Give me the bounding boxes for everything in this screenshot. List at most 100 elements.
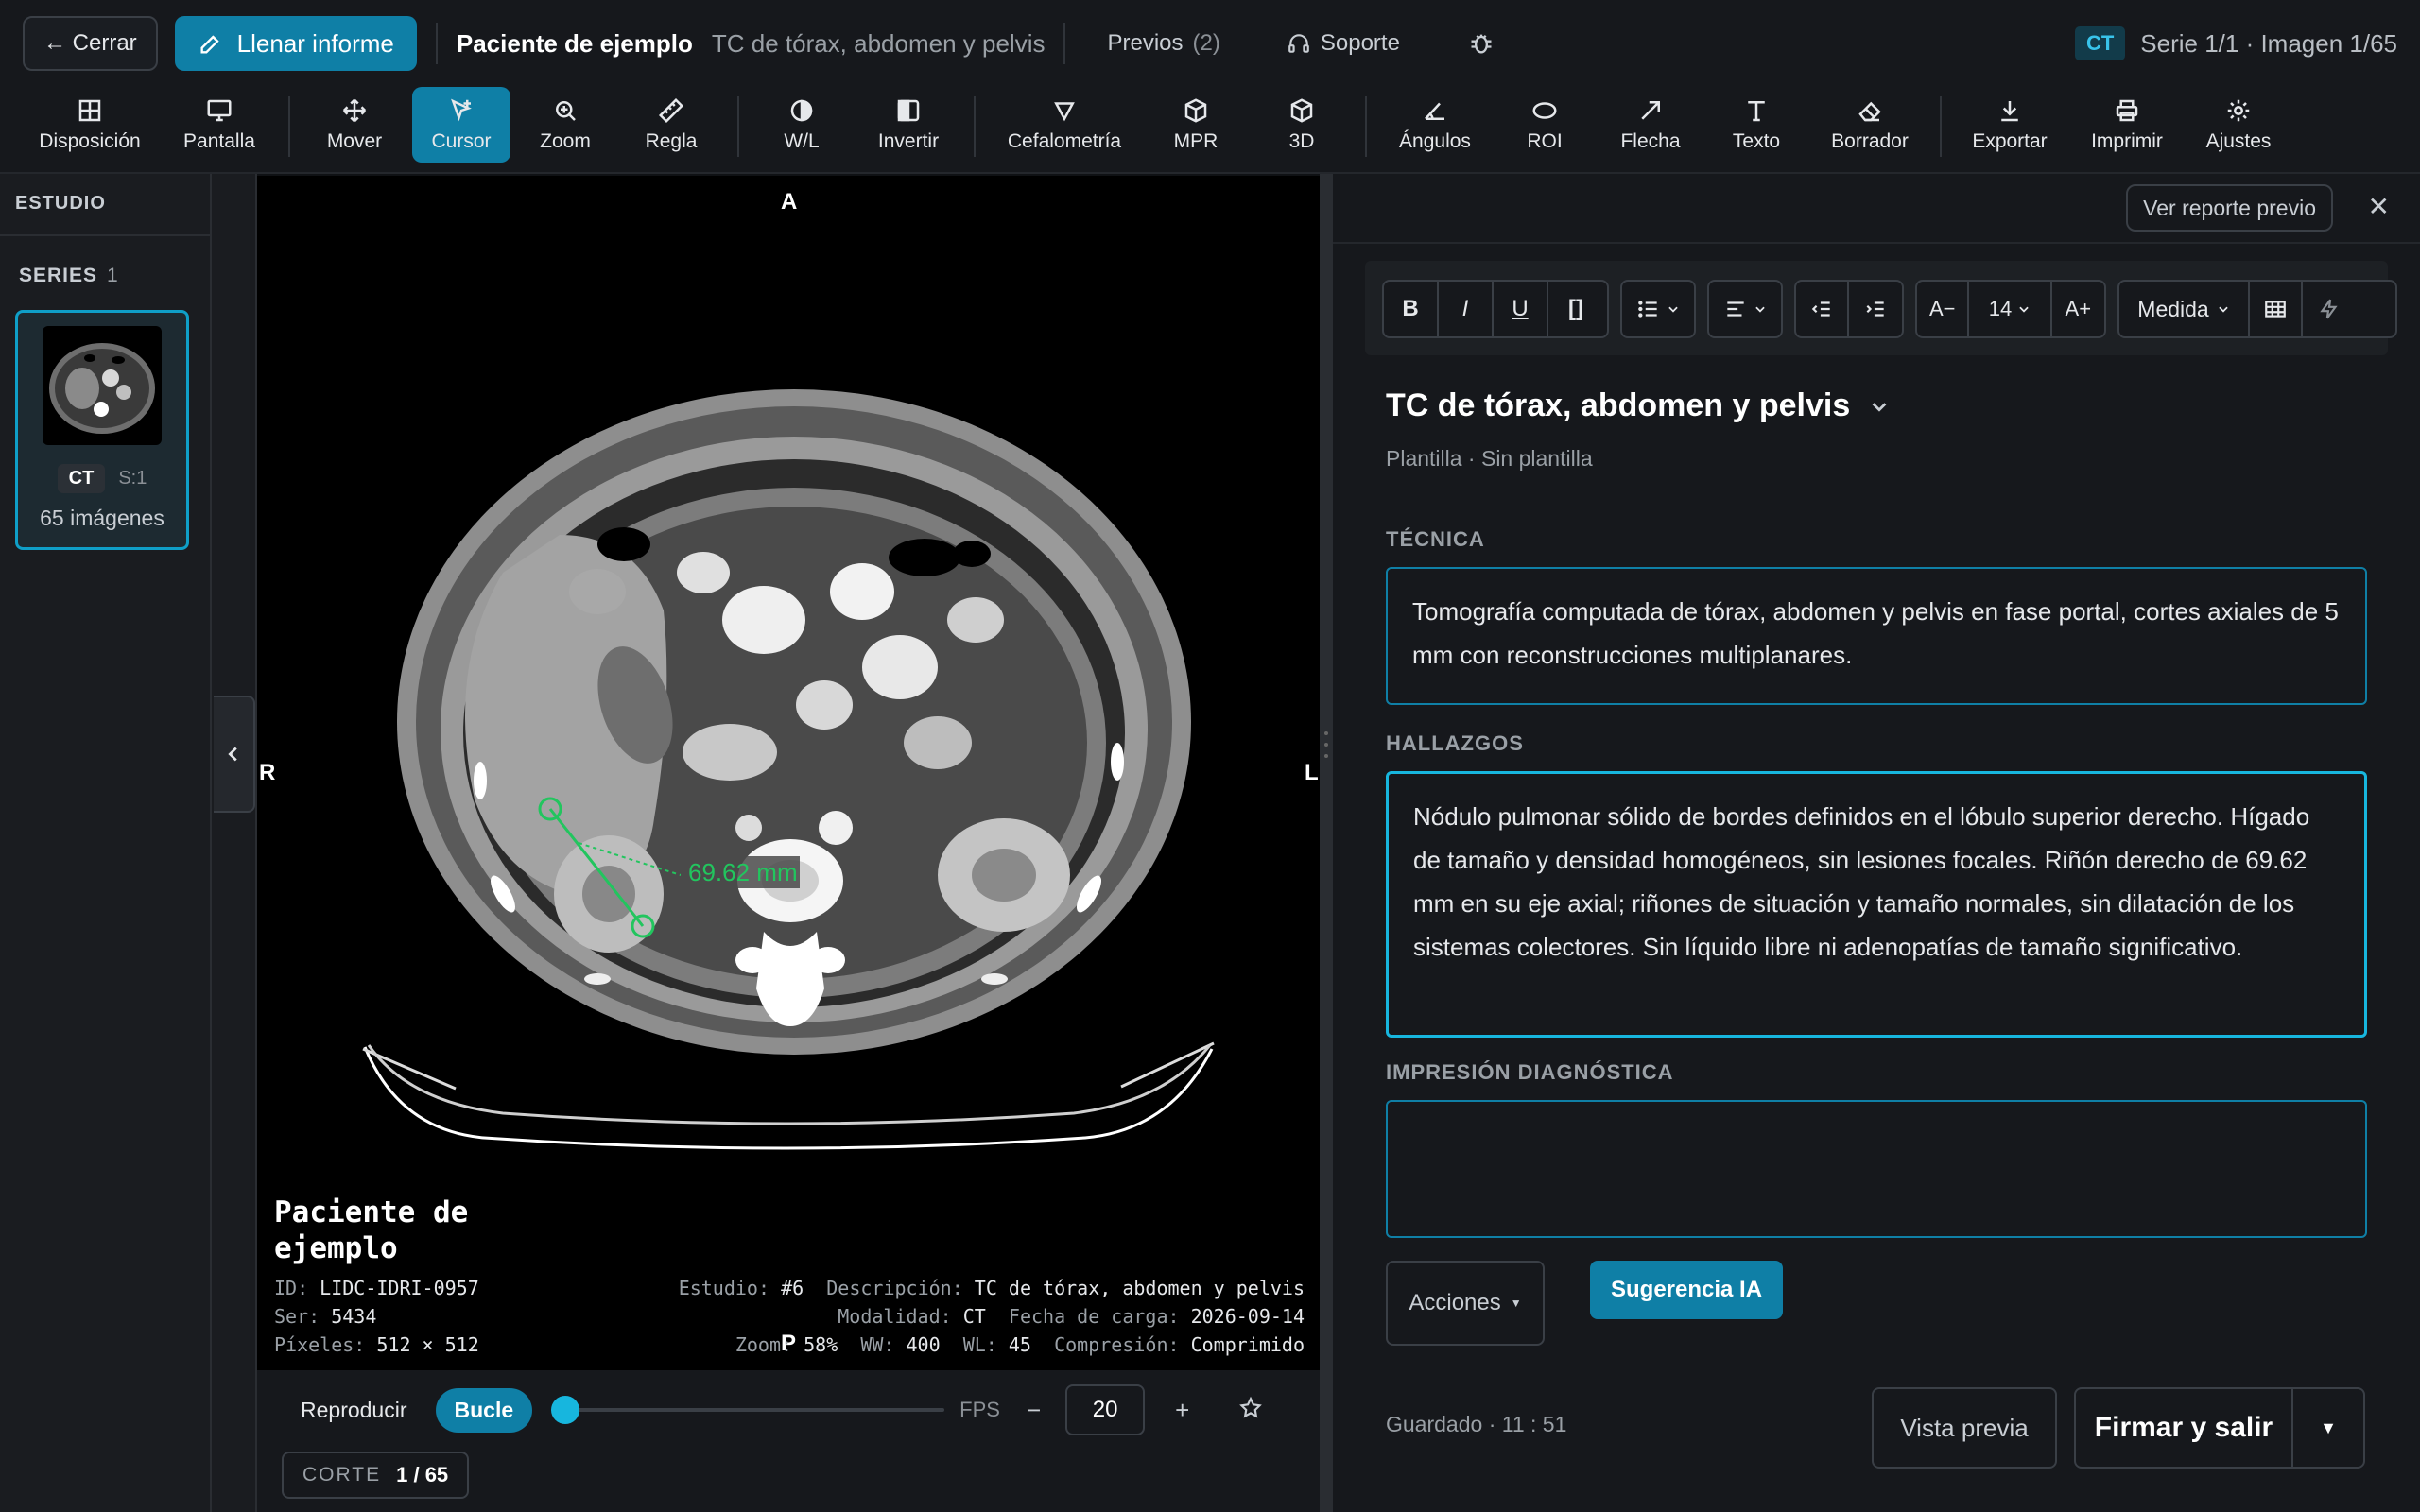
quick-action-button[interactable] xyxy=(2303,282,2356,336)
tool-mpr[interactable]: MPR xyxy=(1157,87,1235,163)
impression-field[interactable] xyxy=(1386,1100,2367,1238)
fps-increase-button[interactable]: + xyxy=(1175,1396,1189,1425)
close-button[interactable]: ← Cerrar xyxy=(23,16,158,71)
tool-move[interactable]: Mover xyxy=(312,87,397,163)
monitor-icon xyxy=(207,99,232,122)
font-decrease-button[interactable]: A− xyxy=(1917,282,1970,336)
list-dropdown[interactable] xyxy=(1620,280,1696,338)
sign-options-dropdown[interactable]: ▼ xyxy=(2291,1389,2363,1467)
study-panel: ESTUDIO SERIES 1 CT S:1 65 imágenes xyxy=(0,174,212,1512)
measure-dropdown[interactable]: Medida xyxy=(2119,282,2250,336)
eraser-icon xyxy=(1858,101,1881,122)
cube-icon xyxy=(1184,98,1207,123)
ellipse-icon xyxy=(1532,102,1557,119)
indent-button[interactable] xyxy=(1849,282,1902,336)
headset-icon xyxy=(1288,34,1309,53)
lightning-icon xyxy=(2320,299,2338,319)
technique-field[interactable]: Tomografía computada de tórax, abdomen y… xyxy=(1386,567,2367,705)
tool-bar: Disposición Pantalla Mover Cursor Zoom R… xyxy=(0,87,2420,174)
tool-settings[interactable]: Ajustes xyxy=(2193,87,2284,163)
measurement-annotation[interactable] xyxy=(257,176,1320,1370)
italic-button[interactable]: I xyxy=(1439,282,1494,336)
technique-label: TÉCNICA xyxy=(1386,527,1485,551)
chevron-down-icon xyxy=(2219,306,2228,313)
image-viewport[interactable]: 69.62 mm A R L P Paciente de ejemplo ID:… xyxy=(257,176,1320,1370)
tool-cephalometry[interactable]: Cefalometría xyxy=(996,87,1132,163)
chevron-down-icon xyxy=(1755,306,1765,313)
tool-window-level[interactable]: W/L xyxy=(764,87,839,163)
previous-studies-button[interactable]: Previos (2) xyxy=(1107,30,1219,57)
tool-roi[interactable]: ROI xyxy=(1507,87,1582,163)
underline-button[interactable]: U xyxy=(1494,282,1548,336)
tool-screen[interactable]: Pantalla xyxy=(170,87,268,163)
template-info: Plantilla · Sin plantilla xyxy=(1386,446,1593,471)
fill-report-button[interactable]: Llenar informe xyxy=(174,16,417,71)
overlay-right-info: Estudio: #6 Descripción: TC de tórax, ab… xyxy=(678,1277,1305,1356)
fps-decrease-button[interactable]: − xyxy=(1027,1396,1041,1425)
findings-label: HALLAZGOS xyxy=(1386,731,1524,755)
tool-layout[interactable]: Disposición xyxy=(38,87,142,163)
brackets-button[interactable]: [] xyxy=(1548,282,1603,336)
ai-suggestion-button[interactable]: Sugerencia IA xyxy=(1590,1261,1784,1319)
tool-invert[interactable]: Invertir xyxy=(866,87,951,163)
slider-thumb[interactable] xyxy=(551,1396,580,1424)
actions-dropdown[interactable]: Acciones ▼ xyxy=(1386,1261,1545,1346)
insert-table-button[interactable] xyxy=(2250,282,2303,336)
preview-button[interactable]: Vista previa xyxy=(1872,1387,2057,1469)
findings-field[interactable]: Nódulo pulmonar sólido de bordes definid… xyxy=(1386,771,2367,1038)
tool-zoom[interactable]: Zoom xyxy=(527,87,603,163)
series-image-counter: Serie 1/1 · Imagen 1/65 xyxy=(2140,28,2397,58)
tool-angles[interactable]: Ángulos xyxy=(1390,87,1480,163)
close-report-button[interactable]: ✕ xyxy=(2368,191,2390,222)
chevron-down-icon xyxy=(1668,306,1678,313)
divider xyxy=(435,23,438,64)
bug-report-button[interactable] xyxy=(1468,30,1495,57)
invert-icon xyxy=(897,99,920,122)
align-left-icon xyxy=(1727,301,1744,317)
tool-eraser[interactable]: Borrador xyxy=(1821,87,1919,163)
outdent-button[interactable] xyxy=(1796,282,1849,336)
patient-name: Paciente de ejemplo xyxy=(456,28,693,58)
loop-button[interactable]: Bucle xyxy=(435,1387,533,1433)
favorite-button[interactable] xyxy=(1238,1396,1263,1425)
tool-arrow[interactable]: Flecha xyxy=(1611,87,1690,163)
fps-input[interactable]: 20 xyxy=(1065,1384,1146,1435)
playback-bar: Reproducir Bucle FPS − 20 + CORTE 1 / 65 xyxy=(257,1370,1320,1512)
font-size-dropdown[interactable]: 14 xyxy=(1969,282,2052,336)
bold-button[interactable]: B xyxy=(1384,282,1439,336)
table-icon xyxy=(2265,301,2286,318)
series-thumbnail-card[interactable]: CT S:1 65 imágenes xyxy=(15,310,189,550)
text-icon xyxy=(1748,101,1765,122)
tool-3d[interactable]: 3D xyxy=(1263,87,1340,163)
tool-print[interactable]: Imprimir xyxy=(2078,87,2176,163)
tool-export[interactable]: Exportar xyxy=(1962,87,2057,163)
save-status: Guardado · 11 : 51 xyxy=(1386,1412,1567,1436)
support-button[interactable]: Soporte xyxy=(1287,30,1400,57)
tool-text[interactable]: Texto xyxy=(1719,87,1794,163)
layout-grid-icon xyxy=(78,99,101,122)
chevron-down-icon xyxy=(2019,306,2029,313)
panel-splitter[interactable] xyxy=(1320,174,1333,1512)
ruler-icon xyxy=(658,97,684,124)
tool-ruler[interactable]: Regla xyxy=(633,87,709,163)
report-title[interactable]: TC de tórax, abdomen y pelvis xyxy=(1386,387,1890,424)
divider xyxy=(1365,96,1367,157)
study-heading: ESTUDIO xyxy=(0,174,210,236)
play-button[interactable]: Reproducir xyxy=(301,1398,407,1423)
frame-slider[interactable] xyxy=(551,1396,945,1424)
tool-cursor[interactable]: Cursor xyxy=(412,87,510,163)
gear-icon xyxy=(2227,99,2250,122)
chevron-down-icon xyxy=(1872,402,1887,412)
series-thumbnail-image xyxy=(43,326,162,445)
slice-indicator: CORTE 1 / 65 xyxy=(282,1452,470,1499)
align-dropdown[interactable] xyxy=(1707,280,1783,338)
font-increase-button[interactable]: A+ xyxy=(2052,282,2104,336)
measurement-label: 69.62 mm xyxy=(688,858,798,886)
collapse-panel-button[interactable] xyxy=(214,696,255,813)
editor-toolbar: B I U [] A− 14 A+ Medida xyxy=(1365,261,2397,355)
move-icon xyxy=(342,98,367,123)
view-previous-report-button[interactable]: Ver reporte previo xyxy=(2126,184,2333,232)
printer-icon xyxy=(2116,99,2138,122)
divider xyxy=(974,96,976,157)
sign-and-exit-button[interactable]: Firmar y salir ▼ xyxy=(2074,1387,2365,1469)
